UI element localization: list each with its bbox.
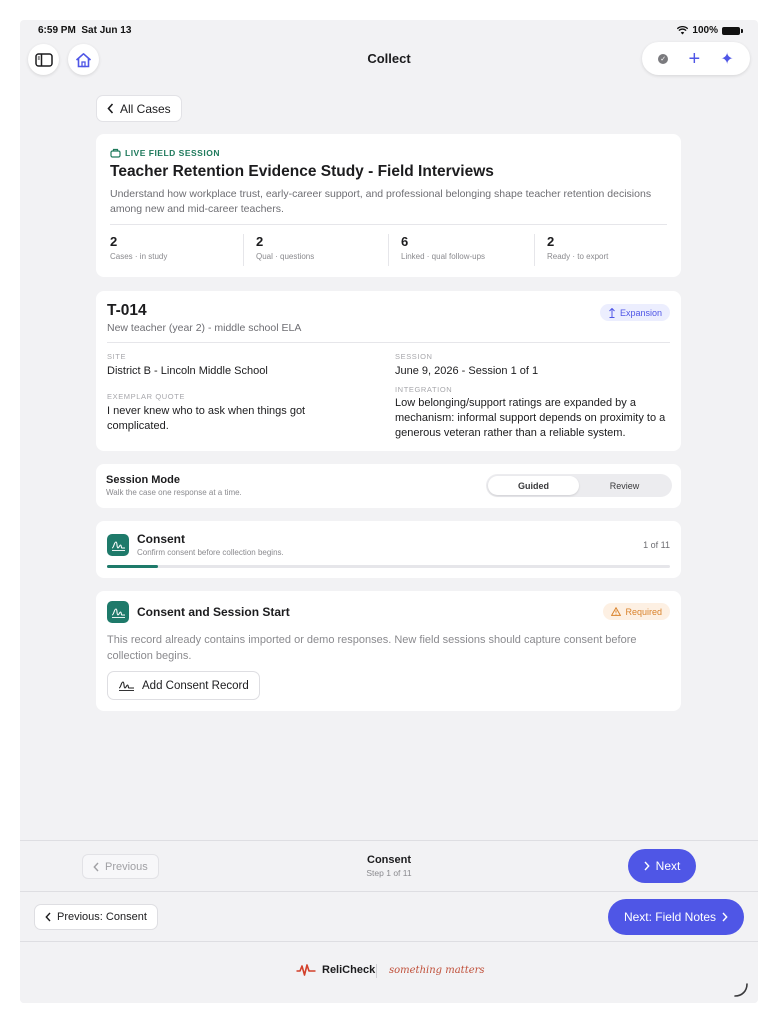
stat-value: 2 <box>547 234 555 249</box>
required-badge: Required <box>603 603 670 620</box>
chevron-right-icon <box>644 861 650 871</box>
app-window: 6:59 PM Sat Jun 13 100% Collect ✓ + ✦ Al… <box>20 20 758 1003</box>
section-navigation-bar: Previous: Consent Next: Field Notes <box>20 891 758 941</box>
stat-label: Ready · to export <box>547 252 609 261</box>
case-subtitle: New teacher (year 2) - middle school ELA <box>107 322 302 334</box>
next-label: Next <box>655 859 681 873</box>
stat-value: 2 <box>256 234 264 249</box>
case-card: T-014 New teacher (year 2) - middle scho… <box>96 291 681 451</box>
expansion-icon <box>609 307 615 318</box>
battery-icon <box>722 26 743 35</box>
stat-value: 2 <box>110 234 118 249</box>
consent-description: This record already contains imported or… <box>107 634 637 662</box>
mode-review-option[interactable]: Review <box>579 476 670 495</box>
add-consent-record-button[interactable]: Add Consent Record <box>107 671 260 700</box>
field-session-icon <box>110 148 121 158</box>
all-cases-back-button[interactable]: All Cases <box>96 95 182 122</box>
status-date: Sat Jun 13 <box>81 25 132 36</box>
step-count: 1 of 11 <box>643 540 670 550</box>
previous-section-label: Previous: Consent <box>57 911 147 923</box>
live-session-tag: LIVE FIELD SESSION <box>110 148 220 158</box>
previous-section-button[interactable]: Previous: Consent <box>34 904 158 930</box>
status-clock: 6:59 PM <box>38 25 76 36</box>
session-label: SESSION <box>395 352 433 361</box>
required-label: Required <box>625 606 662 617</box>
quote-label: EXEMPLAR QUOTE <box>107 392 185 401</box>
session-mode-segmented-control: Guided Review <box>486 474 672 497</box>
quote-value: I never knew who to ask when things got … <box>107 405 306 432</box>
study-title: Teacher Retention Evidence Study - Field… <box>110 163 494 180</box>
signature-icon <box>107 601 129 623</box>
status-indicators: 100% <box>677 25 743 36</box>
consent-title: Consent and Session Start <box>137 605 290 619</box>
divider <box>107 342 670 343</box>
next-section-label: Next: Field Notes <box>623 910 717 924</box>
checkmark-status-button[interactable]: ✓ <box>658 53 669 64</box>
stat-follow-ups: 6 Linked · qual follow-ups <box>388 234 518 266</box>
chevron-left-icon <box>45 912 51 922</box>
step-progress-fill <box>107 565 158 568</box>
case-id: T-014 <box>107 302 147 319</box>
wifi-icon <box>677 26 689 35</box>
stat-label: Qual · questions <box>256 252 315 261</box>
sparkles-button[interactable]: ✦ <box>720 49 733 69</box>
stat-export: 2 Ready · to export <box>534 234 664 266</box>
site-value: District B - Lincoln Middle School <box>107 365 268 377</box>
battery-percent: 100% <box>692 25 718 36</box>
mode-guided-option[interactable]: Guided <box>488 476 579 495</box>
toolbar-pill: ✓ + ✦ <box>642 42 750 75</box>
resize-handle-icon[interactable] <box>732 981 750 999</box>
integration-value: Low belonging/support ratings are expand… <box>395 397 666 439</box>
stat-cases: 2 Cases · in study <box>110 234 240 266</box>
session-value: June 9, 2026 - Session 1 of 1 <box>395 365 539 377</box>
next-step-button[interactable]: Next <box>628 849 696 883</box>
expansion-badge: Expansion <box>599 304 670 321</box>
study-description: Understand how workplace trust, early-ca… <box>110 188 652 215</box>
stat-label: Linked · qual follow-ups <box>401 252 486 261</box>
session-mode-title: Session Mode <box>106 474 180 486</box>
chevron-left-icon <box>107 103 114 114</box>
footer: ReliCheck something matters <box>20 941 758 1003</box>
session-mode-subtitle: Walk the case one response at a time. <box>106 488 242 497</box>
stat-value: 6 <box>401 234 409 249</box>
step-title: Consent <box>137 532 185 546</box>
chevron-right-icon <box>722 912 728 922</box>
live-session-label: LIVE FIELD SESSION <box>125 148 220 158</box>
integration-label: INTEGRATION <box>395 385 453 394</box>
study-header-card: LIVE FIELD SESSION Teacher Retention Evi… <box>96 134 681 277</box>
add-consent-label: Add Consent Record <box>142 679 249 692</box>
status-time: 6:59 PM Sat Jun 13 <box>38 25 131 36</box>
warning-icon <box>611 607 622 616</box>
add-button[interactable]: + <box>688 49 700 69</box>
step-progress-bar <box>107 565 670 568</box>
step-subtitle: Confirm consent before collection begins… <box>137 548 284 557</box>
consent-card: Consent and Session Start Required This … <box>96 591 681 711</box>
site-label: SITE <box>107 352 127 361</box>
stat-questions: 2 Qual · questions <box>243 234 373 266</box>
signature-icon <box>107 534 129 556</box>
brand-tagline: something matters <box>389 965 485 976</box>
brand-logo: ReliCheck <box>296 964 375 976</box>
session-mode-card: Session Mode Walk the case one response … <box>96 464 681 508</box>
step-navigation-bar: Previous Consent Step 1 of 11 Next <box>20 840 758 891</box>
status-bar: 6:59 PM Sat Jun 13 100% <box>20 20 758 42</box>
brand-name: ReliCheck <box>322 964 376 976</box>
pulse-logo-icon <box>296 964 316 976</box>
all-cases-label: All Cases <box>120 101 171 116</box>
step-progress-card: Consent Confirm consent before collectio… <box>96 521 681 578</box>
divider <box>376 964 377 978</box>
next-section-button[interactable]: Next: Field Notes <box>608 899 744 935</box>
stat-label: Cases · in study <box>110 252 168 261</box>
expansion-label: Expansion <box>619 307 662 318</box>
signature-icon <box>118 681 134 691</box>
divider <box>110 224 667 225</box>
